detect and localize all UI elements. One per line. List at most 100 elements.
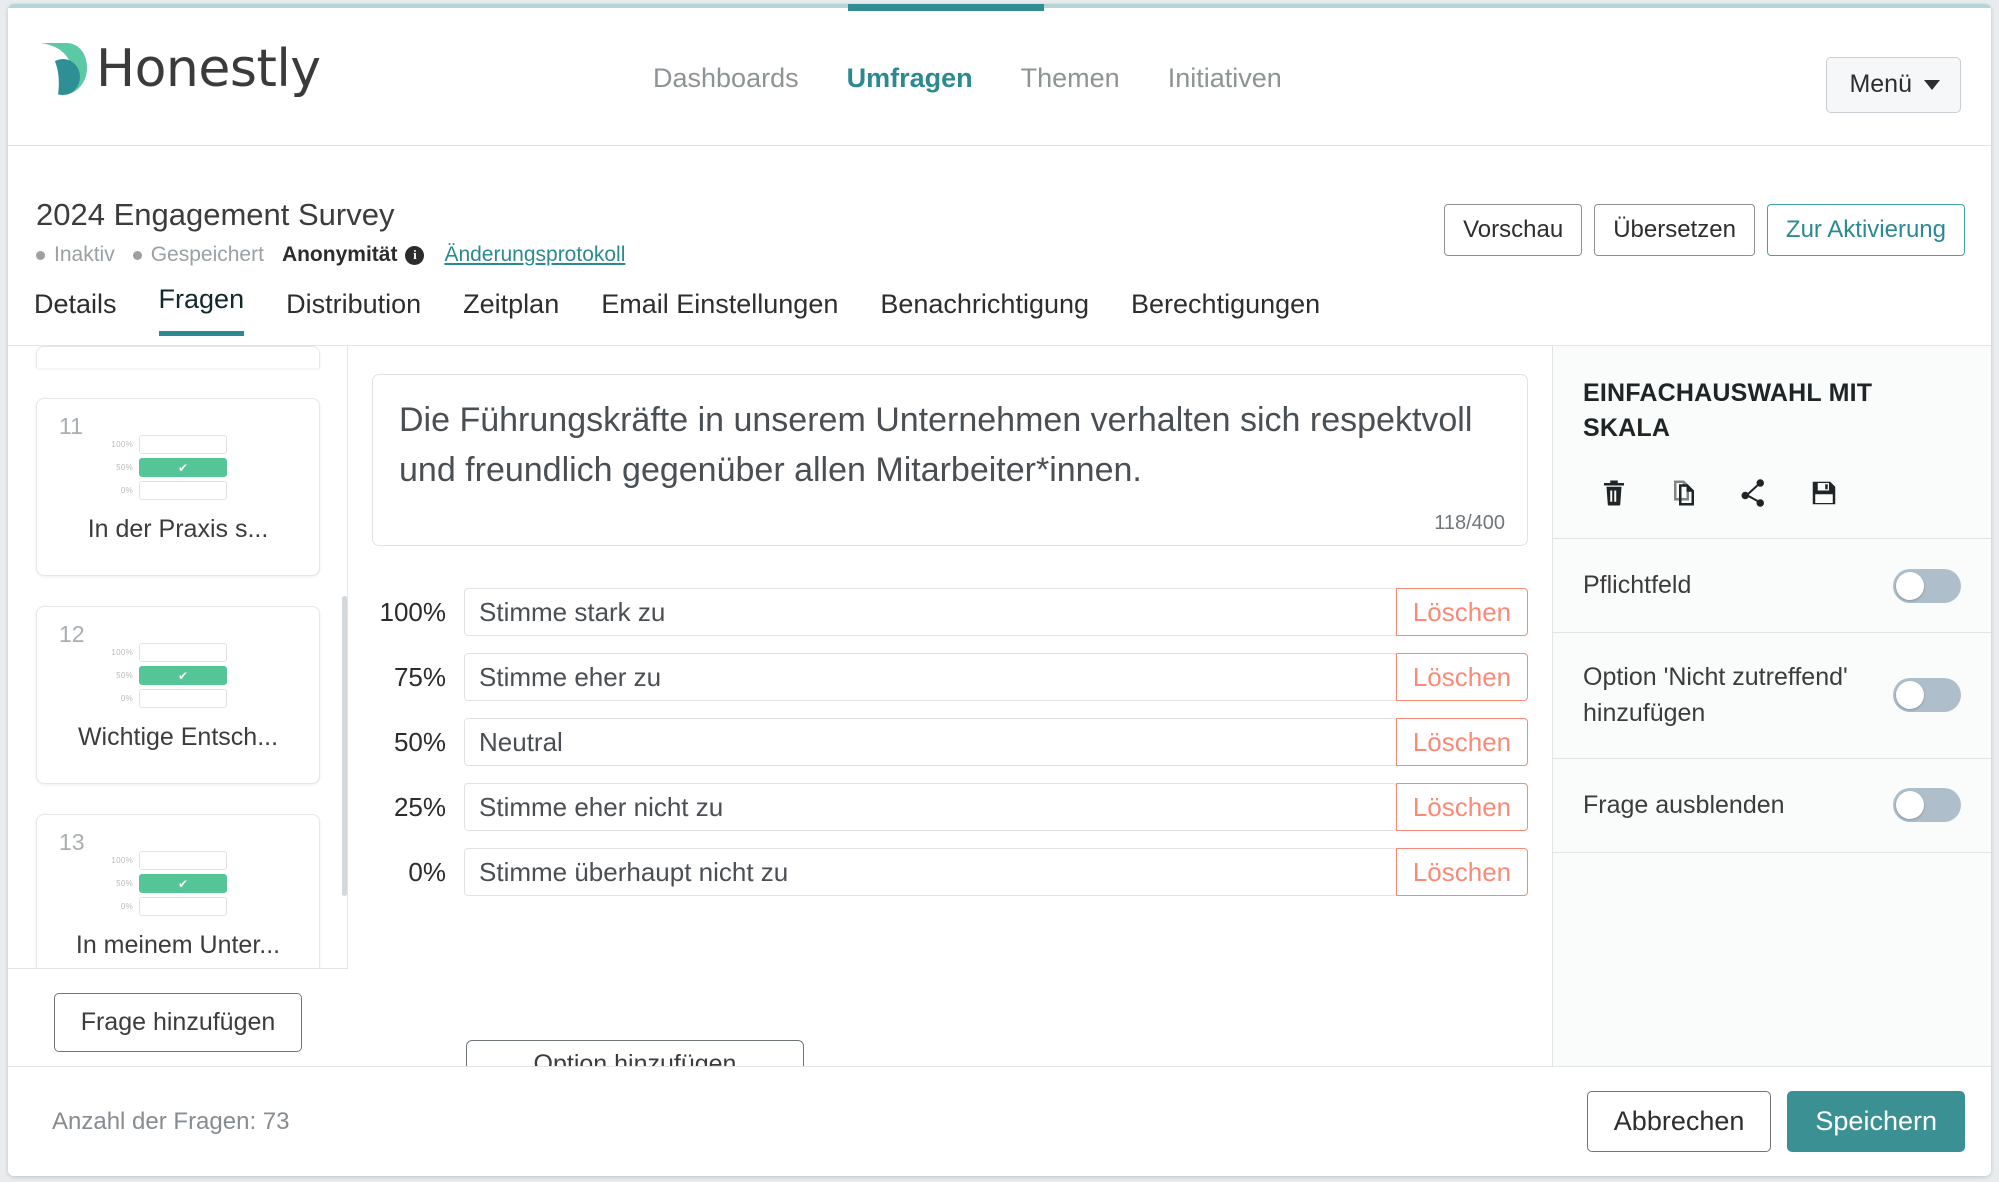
question-type-title: EINFACHAUSWAHL MIT SKALA — [1583, 376, 1961, 446]
tab-email-einstellungen[interactable]: Email Einstellungen — [601, 289, 838, 336]
thumb-label-50: 50% — [97, 879, 133, 888]
toggle-na-option[interactable] — [1893, 678, 1961, 712]
thumb-bar-selected: ✔ — [139, 666, 227, 685]
menu-button-label: Menü — [1849, 70, 1912, 99]
add-question-button[interactable]: Frage hinzufügen — [54, 993, 303, 1052]
delete-option-button[interactable]: Löschen — [1396, 848, 1528, 896]
check-icon: ✔ — [178, 878, 188, 890]
footer-actions: Abbrechen Speichern — [1587, 1091, 1965, 1152]
app-window: Honestly Dashboards Umfragen Themen Init… — [8, 4, 1991, 1176]
option-input[interactable] — [464, 653, 1397, 701]
thumb-label-0: 0% — [97, 486, 133, 495]
nav-item-dashboards[interactable]: Dashboards — [653, 63, 799, 94]
preview-button[interactable]: Vorschau — [1444, 204, 1582, 256]
brand-name: Honestly — [96, 39, 321, 99]
save-button[interactable]: Speichern — [1787, 1091, 1965, 1152]
property-label-required: Pflichtfeld — [1583, 567, 1691, 603]
option-percent: 25% — [372, 792, 464, 823]
option-input[interactable] — [464, 848, 1397, 896]
thumb-bar — [139, 851, 227, 870]
thumb-bar-selected: ✔ — [139, 458, 227, 477]
property-row-hide-question: Frage ausblenden — [1553, 759, 1991, 853]
question-card-thumbnail: 100% 50% ✔ 0% — [97, 643, 227, 712]
character-counter: 118/400 — [1434, 512, 1505, 535]
tab-benachrichtigung[interactable]: Benachrichtigung — [880, 289, 1089, 336]
honestly-leaf-icon — [36, 41, 90, 97]
delete-option-button[interactable]: Löschen — [1396, 653, 1528, 701]
option-percent: 0% — [372, 857, 464, 888]
question-list-scroll[interactable]: 11 100% 50% ✔ 0% In der Praxis s... 12 10… — [8, 346, 348, 968]
question-text-field[interactable]: Die Führungskräfte in unserem Unternehme… — [372, 374, 1528, 546]
option-row: 0% Löschen — [372, 848, 1528, 896]
status-label-inactive: Inaktiv — [54, 243, 115, 267]
thumb-label-100: 100% — [97, 440, 133, 449]
trash-icon[interactable] — [1599, 478, 1629, 508]
tab-berechtigungen[interactable]: Berechtigungen — [1131, 289, 1320, 336]
page-title: 2024 Engagement Survey — [36, 197, 394, 233]
option-input[interactable] — [464, 588, 1397, 636]
delete-option-button[interactable]: Löschen — [1396, 783, 1528, 831]
active-nav-indicator — [848, 4, 1044, 11]
thumb-label-100: 100% — [97, 856, 133, 865]
question-type-header: EINFACHAUSWAHL MIT SKALA — [1553, 346, 1991, 508]
thumb-bar — [139, 897, 227, 916]
thumb-label-100: 100% — [97, 648, 133, 657]
question-card-number: 12 — [59, 621, 85, 648]
option-percent: 50% — [372, 727, 464, 758]
question-card[interactable]: 11 100% 50%✔ 0% In der Praxis s... — [36, 398, 320, 576]
cancel-button[interactable]: Abbrechen — [1587, 1091, 1772, 1152]
translate-button[interactable]: Übersetzen — [1594, 204, 1755, 256]
thumb-bar — [139, 689, 227, 708]
option-input[interactable] — [464, 718, 1397, 766]
survey-meta: Inaktiv Gespeichert Anonymität i Änderun… — [36, 243, 625, 267]
tab-details[interactable]: Details — [34, 289, 117, 336]
status-dot-saved — [133, 251, 142, 260]
info-icon[interactable]: i — [405, 246, 424, 265]
option-row: 25% Löschen — [372, 783, 1528, 831]
option-percent: 100% — [372, 597, 464, 628]
question-card[interactable]: 12 100% 50% ✔ 0% Wichtige Entsch... — [36, 606, 320, 784]
nav-item-umfragen[interactable]: Umfragen — [847, 63, 973, 94]
question-card-title: In der Praxis s... — [37, 515, 319, 544]
thumb-bar — [139, 481, 227, 500]
status-dot-inactive — [36, 251, 45, 260]
option-row: 100% Löschen — [372, 588, 1528, 636]
survey-tabs: Details Fragen Distribution Zeitplan Ema… — [34, 284, 1320, 336]
duplicate-icon[interactable] — [1669, 478, 1699, 508]
thumb-label-0: 0% — [97, 694, 133, 703]
thumb-label-0: 0% — [97, 902, 133, 911]
delete-option-button[interactable]: Löschen — [1396, 718, 1528, 766]
question-card-thumbnail: 100% 50% ✔ 0% — [97, 851, 227, 920]
toggle-knob — [1896, 791, 1924, 819]
option-input[interactable] — [464, 783, 1397, 831]
question-card-title: In meinem Unter... — [37, 931, 319, 960]
nav-item-themen[interactable]: Themen — [1021, 63, 1120, 94]
brand-logo[interactable]: Honestly — [36, 39, 321, 99]
changelog-link[interactable]: Änderungsprotokoll — [444, 243, 625, 267]
question-card[interactable]: 13 100% 50%✔ 0% In meinem Unter... — [36, 814, 320, 968]
question-list-scrollbar[interactable] — [342, 596, 347, 896]
tab-fragen[interactable]: Fragen — [159, 284, 245, 336]
toggle-hide-question[interactable] — [1893, 788, 1961, 822]
thumb-label-50: 50% — [97, 671, 133, 680]
toggle-required[interactable] — [1893, 569, 1961, 603]
thumb-bar — [139, 643, 227, 662]
anonymity-label: Anonymität — [282, 243, 398, 267]
tab-zeitplan[interactable]: Zeitplan — [463, 289, 559, 336]
question-card-title: Wichtige Entsch... — [37, 723, 319, 752]
activate-button[interactable]: Zur Aktivierung — [1767, 204, 1965, 256]
check-icon: ✔ — [178, 670, 188, 682]
footer-bar: Anzahl der Fragen: 73 Abbrechen Speicher… — [8, 1066, 1991, 1176]
delete-option-button[interactable]: Löschen — [1396, 588, 1528, 636]
thumb-bar — [139, 435, 227, 454]
question-card-number: 11 — [59, 413, 83, 440]
tab-distribution[interactable]: Distribution — [286, 289, 421, 336]
save-icon[interactable] — [1809, 478, 1839, 508]
thumb-bar-selected: ✔ — [139, 874, 227, 893]
toggle-knob — [1896, 572, 1924, 600]
logic-branch-icon[interactable] — [1739, 478, 1769, 508]
question-card-partial[interactable] — [36, 346, 320, 368]
menu-button[interactable]: Menü — [1826, 57, 1961, 113]
nav-item-initiativen[interactable]: Initiativen — [1168, 63, 1282, 94]
question-workspace: 11 100% 50% ✔ 0% In der Praxis s... 12 10… — [8, 346, 1991, 1076]
